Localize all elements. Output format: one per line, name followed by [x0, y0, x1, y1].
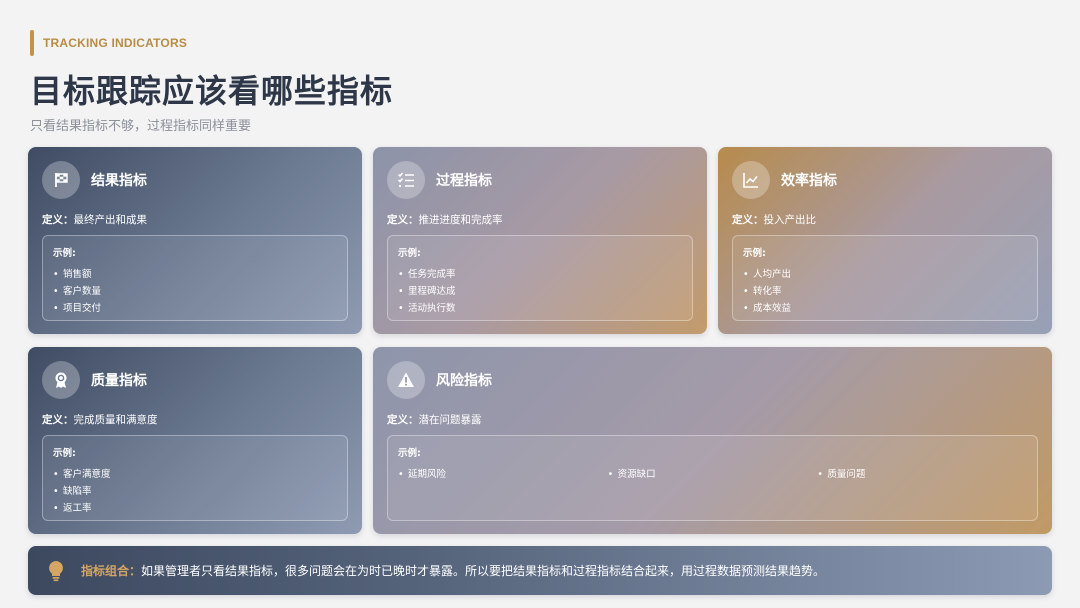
line-chart-icon: [732, 161, 770, 199]
card-header: 过程指标: [387, 161, 492, 199]
card-header: 风险指标: [387, 361, 492, 399]
examples-box: 示例: 任务完成率 里程碑达成 活动执行数: [387, 235, 693, 321]
card-definition: 定义：推进进度和完成率: [387, 214, 503, 226]
section-eyebrow: TRACKING INDICATORS: [30, 30, 187, 56]
list-item: 延期风险: [398, 466, 608, 483]
examples-label: 示例:: [398, 248, 421, 259]
card-header: 结果指标: [42, 161, 147, 199]
card-quality-indicators: 质量指标 定义：完成质量和满意度 示例: 客户满意度 缺陷率 返工率: [28, 347, 362, 534]
list-item: 客户满意度: [53, 466, 337, 483]
list-item: 活动执行数: [398, 300, 682, 317]
card-title: 结果指标: [91, 173, 147, 189]
examples-box: 示例: 客户满意度 缺陷率 返工率: [42, 435, 348, 521]
accent-bar: [30, 30, 34, 56]
card-process-indicators: 过程指标 定义：推进进度和完成率 示例: 任务完成率 里程碑达成 活动执行数: [373, 147, 707, 334]
examples-box: 示例: 销售额 客户数量 项目交付: [42, 235, 348, 321]
award-icon: [42, 361, 80, 399]
card-definition: 定义：潜在问题暴露: [387, 414, 482, 426]
checklist-icon: [387, 161, 425, 199]
card-result-indicators: 结果指标 定义：最终产出和成果 示例: 销售额 客户数量 项目交付: [28, 147, 362, 334]
examples-label: 示例:: [743, 248, 766, 259]
tip-lead: 指标组合：: [81, 564, 142, 578]
list-item: 任务完成率: [398, 266, 682, 283]
list-item: 资源缺口: [608, 466, 818, 483]
examples-box: 示例: 人均产出 转化率 成本效益: [732, 235, 1038, 321]
card-title: 风险指标: [436, 373, 492, 389]
examples-box: 示例: 延期风险 资源缺口 质量问题: [387, 435, 1038, 521]
list-item: 返工率: [53, 500, 337, 517]
list-item: 缺陷率: [53, 483, 337, 500]
card-header: 质量指标: [42, 361, 147, 399]
card-efficiency-indicators: 效率指标 定义：投入产出比 示例: 人均产出 转化率 成本效益: [718, 147, 1052, 334]
examples-label: 示例:: [53, 248, 76, 259]
card-definition: 定义：完成质量和满意度: [42, 414, 158, 426]
warning-icon: [387, 361, 425, 399]
card-definition: 定义：最终产出和成果: [42, 214, 147, 226]
page-subtitle: 只看结果指标不够，过程指标同样重要: [30, 119, 252, 134]
card-header: 效率指标: [732, 161, 837, 199]
page-title: 目标跟踪应该看哪些指标: [30, 72, 394, 110]
examples-label: 示例:: [398, 448, 421, 459]
list-item: 项目交付: [53, 300, 337, 317]
card-title: 质量指标: [91, 373, 147, 389]
card-risk-indicators: 风险指标 定义：潜在问题暴露 示例: 延期风险 资源缺口 质量问题: [373, 347, 1052, 534]
examples-label: 示例:: [53, 448, 76, 459]
card-definition: 定义：投入产出比: [732, 214, 816, 226]
flag-icon: [42, 161, 80, 199]
list-item: 人均产出: [743, 266, 1027, 283]
list-item: 销售额: [53, 266, 337, 283]
card-title: 过程指标: [436, 173, 492, 189]
list-item: 里程碑达成: [398, 283, 682, 300]
card-title: 效率指标: [781, 173, 837, 189]
list-item: 客户数量: [53, 283, 337, 300]
list-item: 转化率: [743, 283, 1027, 300]
lightbulb-icon: [49, 560, 63, 581]
tip-banner: 指标组合： 如果管理者只看结果指标，很多问题会在为时已晚时才暴露。所以要把结果指…: [28, 546, 1052, 595]
list-item: 质量问题: [817, 466, 1027, 483]
list-item: 成本效益: [743, 300, 1027, 317]
eyebrow-text: TRACKING INDICATORS: [43, 36, 188, 50]
tip-text: 如果管理者只看结果指标，很多问题会在为时已晚时才暴露。所以要把结果指标和过程指标…: [141, 564, 826, 578]
